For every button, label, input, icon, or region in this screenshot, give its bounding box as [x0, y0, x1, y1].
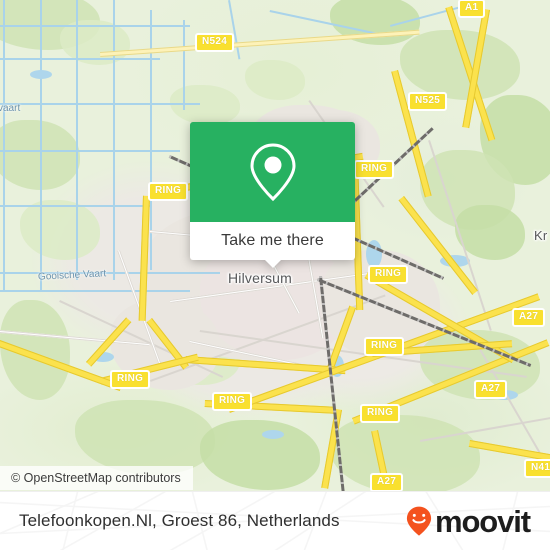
water-label-vaart: vaart	[0, 103, 21, 114]
road-shield-a1[interactable]: A1	[458, 0, 486, 18]
page-title: Telefoonkopen.Nl, Groest 86, Netherlands	[19, 511, 340, 530]
take-me-there-label: Take me there	[221, 232, 324, 249]
water-body	[262, 430, 284, 439]
road-shield-ring[interactable]: RING	[360, 404, 401, 423]
road-shield-ring[interactable]: RING	[368, 265, 409, 284]
moovit-map-screen: Hilversum Kr Gooische Vaart vaart N524 A…	[0, 0, 550, 550]
canal	[0, 150, 180, 152]
canal	[0, 103, 200, 105]
canal	[0, 205, 150, 207]
popup-action-bar[interactable]: Take me there	[190, 222, 355, 268]
popup-icon-panel	[190, 122, 355, 222]
canal	[0, 25, 190, 27]
canal	[76, 0, 78, 280]
canal	[113, 0, 115, 280]
canal	[0, 290, 190, 292]
road-shield-a27[interactable]: A27	[512, 308, 546, 327]
map-canvas[interactable]: Hilversum Kr Gooische Vaart vaart N524 A…	[0, 0, 550, 491]
road-shield-n41[interactable]: N41	[524, 459, 550, 478]
road-shield-a27[interactable]: A27	[474, 380, 508, 399]
road-shield-ring[interactable]: RING	[354, 160, 395, 179]
road-shield-n525[interactable]: N525	[408, 92, 448, 111]
road-shield-ring[interactable]: RING	[110, 370, 151, 389]
popup-tail	[263, 259, 282, 268]
moovit-logo[interactable]: moovit	[406, 503, 531, 539]
place-label-kr: Kr	[534, 228, 548, 243]
canal	[3, 0, 5, 290]
road-shield-ring[interactable]: RING	[148, 182, 189, 201]
canal	[0, 272, 220, 274]
moovit-wordmark: moovit	[434, 503, 531, 539]
road-shield-a27[interactable]: A27	[370, 473, 404, 491]
location-popup[interactable]: Take me there	[190, 122, 355, 268]
canal	[0, 58, 160, 60]
water-body	[30, 70, 52, 79]
place-label-hilversum: Hilversum	[228, 270, 293, 286]
osm-attribution[interactable]: © OpenStreetMap contributors	[0, 466, 193, 490]
road-shield-n524[interactable]: N524	[195, 33, 235, 52]
moovit-pin-icon	[406, 506, 432, 536]
canal	[183, 20, 185, 110]
canal	[40, 0, 42, 290]
map-pin-icon	[249, 143, 296, 202]
footer-bar: Telefoonkopen.Nl, Groest 86, Netherlands…	[0, 491, 550, 550]
road-shield-ring[interactable]: RING	[364, 337, 405, 356]
road-shield-ring[interactable]: RING	[212, 392, 253, 411]
